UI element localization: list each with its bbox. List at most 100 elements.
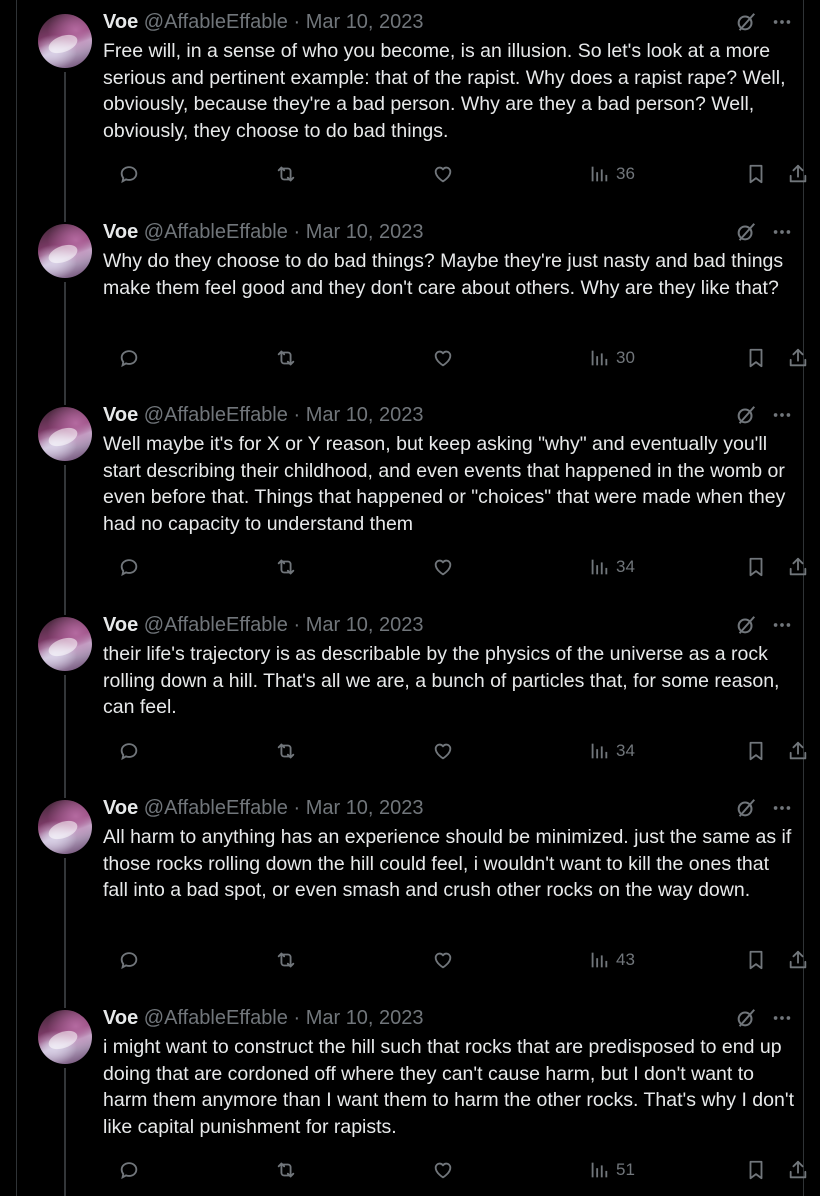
like-button[interactable] [432, 162, 454, 186]
views-icon [591, 1162, 608, 1178]
more-icon[interactable] [771, 404, 793, 426]
reply-icon [120, 742, 138, 760]
username[interactable]: @AffableEffable [144, 1007, 288, 1029]
repost-button[interactable] [275, 162, 297, 186]
views-button[interactable]: 43 [588, 948, 635, 972]
share-icon [789, 348, 807, 366]
repost-icon [277, 166, 295, 182]
reply-button[interactable] [118, 346, 140, 370]
share-button[interactable] [787, 739, 809, 763]
reply-button[interactable] [118, 739, 140, 763]
display-name[interactable]: Voe [103, 1007, 138, 1029]
avatar[interactable] [38, 1010, 92, 1064]
username[interactable]: @AffableEffable [144, 221, 288, 243]
grok-icon[interactable] [735, 1007, 757, 1029]
tweet[interactable]: Voe @AffableEffable · Mar 10, 2023 Why d… [16, 210, 807, 393]
repost-button[interactable] [275, 1158, 297, 1182]
like-button[interactable] [432, 948, 454, 972]
tweet-actions: 51 [103, 1158, 807, 1182]
reply-button[interactable] [118, 555, 140, 579]
repost-icon [277, 350, 295, 365]
tweet[interactable]: Voe @AffableEffable · Mar 10, 2023 i mig… [16, 996, 807, 1196]
username[interactable]: @AffableEffable [144, 11, 288, 33]
like-button[interactable] [432, 739, 454, 763]
username[interactable]: @AffableEffable [144, 797, 288, 819]
share-button[interactable] [787, 346, 809, 370]
display-name[interactable]: Voe [103, 221, 138, 243]
more-icon[interactable] [771, 11, 793, 33]
share-button[interactable] [787, 1158, 809, 1182]
reply-button[interactable] [118, 1158, 140, 1182]
reply-button[interactable] [118, 948, 140, 972]
bookmark-button[interactable] [745, 346, 767, 370]
timestamp[interactable]: Mar 10, 2023 [306, 1007, 424, 1029]
avatar[interactable] [38, 800, 92, 854]
tweet-actions: 43 [103, 948, 807, 972]
repost-button[interactable] [275, 948, 297, 972]
grok-icon[interactable] [735, 404, 757, 426]
reply-icon [120, 952, 138, 970]
thread-line [64, 675, 66, 786]
timestamp[interactable]: Mar 10, 2023 [306, 614, 424, 636]
views-icon [591, 952, 608, 968]
grok-icon[interactable] [735, 221, 757, 243]
views-count: 34 [616, 557, 635, 576]
separator: · [293, 404, 301, 426]
bookmark-button[interactable] [745, 555, 767, 579]
display-name[interactable]: Voe [103, 614, 138, 636]
share-button[interactable] [787, 555, 809, 579]
reply-button[interactable] [118, 162, 140, 186]
bookmark-icon [749, 1160, 763, 1180]
tweet[interactable]: Voe @AffableEffable · Mar 10, 2023 Well … [16, 393, 807, 603]
username[interactable]: @AffableEffable [144, 614, 288, 636]
more-icon[interactable] [771, 797, 793, 819]
views-button[interactable]: 36 [588, 162, 635, 186]
tweet[interactable]: Voe @AffableEffable · Mar 10, 2023 All h… [16, 786, 807, 996]
views-button[interactable]: 34 [588, 555, 635, 579]
avatar[interactable] [38, 224, 92, 278]
display-name[interactable]: Voe [103, 404, 138, 426]
share-button[interactable] [787, 162, 809, 186]
repost-button[interactable] [275, 346, 297, 370]
tweet-actions: 34 [103, 555, 807, 579]
tweet-header: Voe @AffableEffable · Mar 10, 2023 [103, 796, 793, 820]
grok-icon[interactable] [735, 797, 757, 819]
timestamp[interactable]: Mar 10, 2023 [306, 11, 424, 33]
avatar[interactable] [38, 14, 92, 68]
avatar[interactable] [38, 407, 92, 461]
bookmark-button[interactable] [745, 948, 767, 972]
avatar[interactable] [38, 617, 92, 671]
username[interactable]: @AffableEffable [144, 404, 288, 426]
repost-icon [277, 559, 295, 575]
timestamp[interactable]: Mar 10, 2023 [306, 221, 424, 243]
bookmark-icon [749, 557, 763, 577]
grok-icon[interactable] [735, 614, 757, 636]
views-button[interactable]: 30 [588, 346, 635, 370]
separator: · [293, 797, 301, 819]
timestamp[interactable]: Mar 10, 2023 [306, 797, 424, 819]
bookmark-icon [749, 164, 763, 184]
display-name[interactable]: Voe [103, 797, 138, 819]
views-button[interactable]: 51 [588, 1158, 635, 1182]
more-icon[interactable] [771, 614, 793, 636]
display-name[interactable]: Voe [103, 11, 138, 33]
tweet[interactable]: Voe @AffableEffable · Mar 10, 2023 their… [16, 603, 807, 786]
like-button[interactable] [432, 1158, 454, 1182]
share-button[interactable] [787, 948, 809, 972]
like-button[interactable] [432, 555, 454, 579]
tweet[interactable]: Voe @AffableEffable · Mar 10, 2023 Free … [16, 0, 807, 210]
grok-icon[interactable] [735, 11, 757, 33]
bookmark-button[interactable] [745, 162, 767, 186]
bookmark-button[interactable] [745, 739, 767, 763]
like-button[interactable] [432, 346, 454, 370]
timestamp[interactable]: Mar 10, 2023 [306, 404, 424, 426]
views-button[interactable]: 34 [588, 739, 635, 763]
more-icon[interactable] [771, 221, 793, 243]
bookmark-button[interactable] [745, 1158, 767, 1182]
repost-button[interactable] [275, 555, 297, 579]
reply-icon [120, 559, 138, 577]
views-count: 30 [616, 347, 635, 367]
more-icon[interactable] [771, 1007, 793, 1029]
like-icon [434, 952, 452, 969]
repost-button[interactable] [275, 739, 297, 763]
